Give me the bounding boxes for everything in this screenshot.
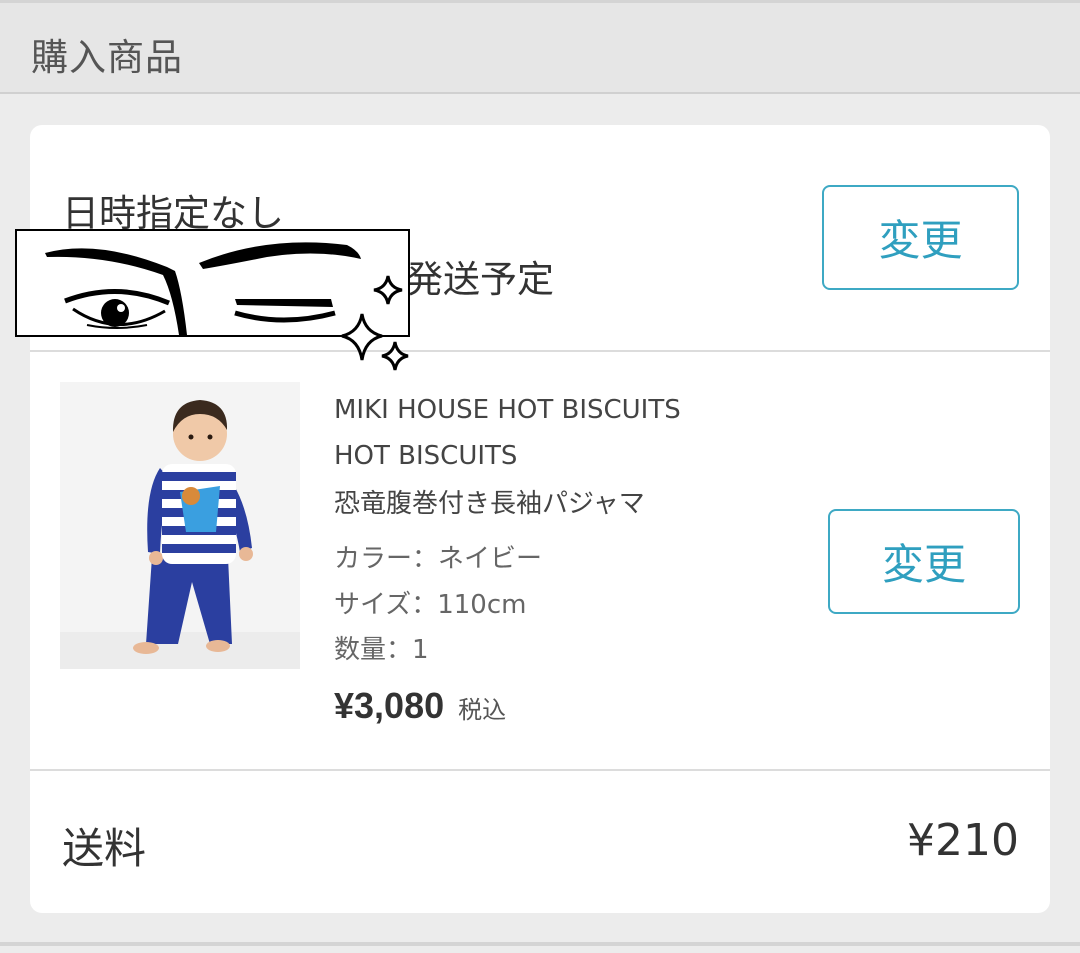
price-row: ¥3,080 税込 (334, 685, 506, 727)
product-name: 恐竜腹巻付き長袖パジャマ (334, 489, 645, 519)
bottom-rule (0, 942, 1080, 946)
change-delivery-button[interactable]: 変更 (822, 185, 1019, 290)
shipping-schedule-text: 発送予定 (406, 258, 554, 301)
product-sub-brand: HOT BISCUITS (334, 441, 518, 471)
shipping-fee-label: 送料 (62, 824, 147, 873)
tax-note: 税込 (458, 696, 507, 724)
product-size: サイズ：110cm (334, 590, 527, 620)
divider (30, 769, 1050, 771)
shipping-fee-value: ¥210 (907, 815, 1019, 866)
change-item-button[interactable]: 変更 (828, 509, 1020, 614)
product-price: ¥3,080 (334, 685, 445, 726)
product-quantity: 数量：1 (334, 635, 429, 665)
section-title: 購入商品 (31, 36, 183, 79)
product-brand: MIKI HOUSE HOT BISCUITS (334, 395, 681, 425)
section-header: 購入商品 (0, 0, 1080, 94)
sparkle-icon (341, 275, 409, 371)
product-image[interactable] (60, 382, 300, 669)
divider (30, 350, 1050, 352)
product-color: カラー：ネイビー (334, 544, 543, 574)
page: 購入商品 日時指定なし 発送予定 変更 MIKI HOUSE HOT BISCU… (0, 0, 1080, 953)
